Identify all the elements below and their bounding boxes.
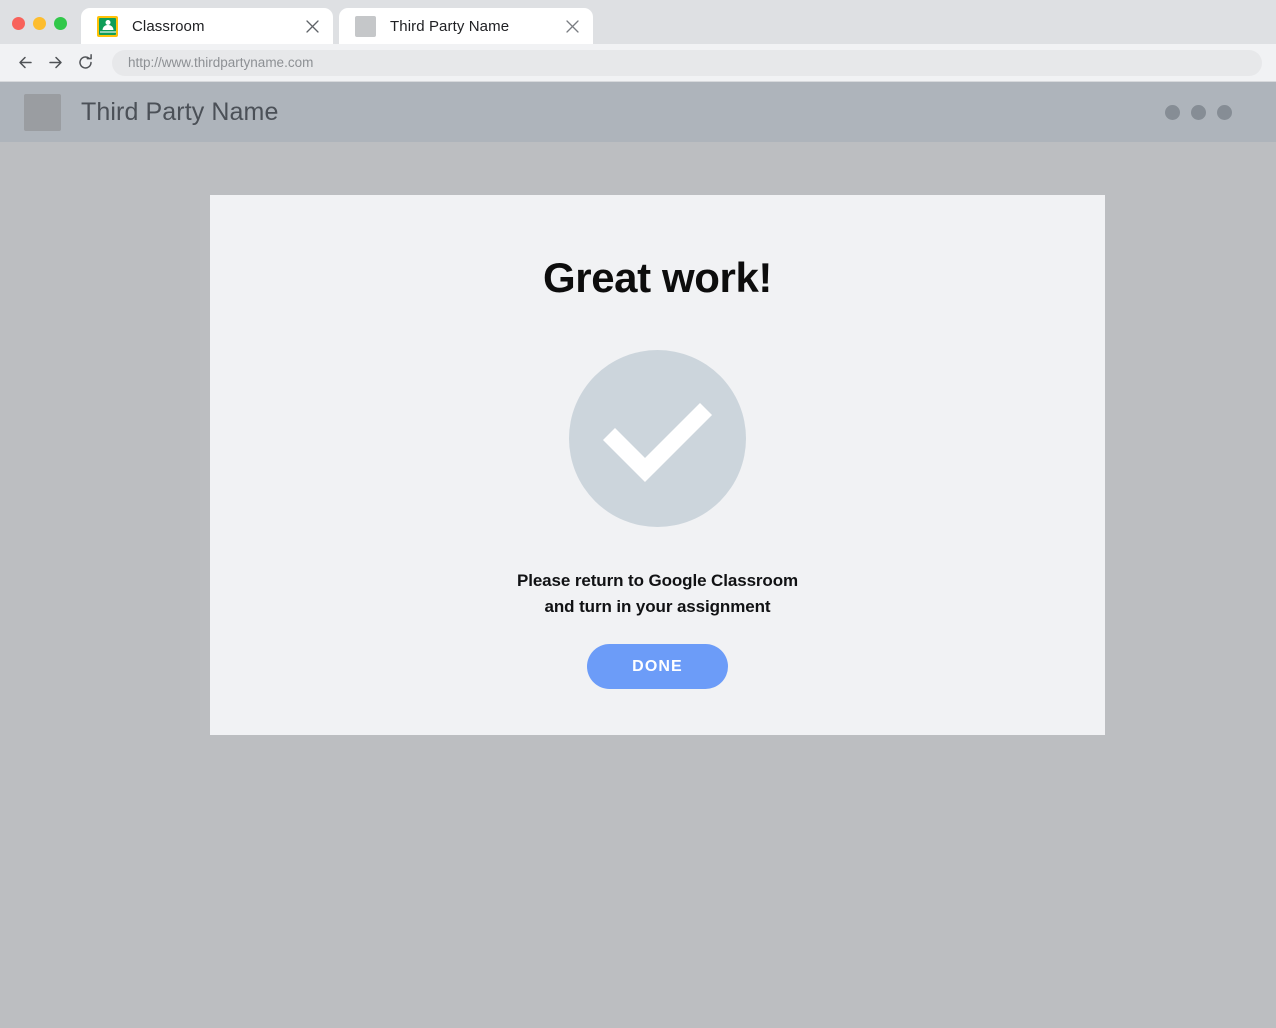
app-header: Third Party Name [0, 82, 1276, 142]
tab-third-party-name[interactable]: Third Party Name [339, 8, 593, 44]
window-traffic-lights [0, 17, 79, 44]
header-dot-2-icon [1191, 104, 1206, 120]
generic-site-icon [355, 15, 376, 37]
window-maximize-button[interactable] [54, 17, 67, 30]
app-logo-placeholder [24, 93, 61, 131]
card-message: Please return to Google Classroom and tu… [517, 568, 798, 620]
google-classroom-icon [97, 15, 118, 37]
reload-icon[interactable] [70, 48, 100, 78]
forward-arrow-icon[interactable] [40, 48, 70, 78]
tab-third-party-name-label: Third Party Name [390, 17, 510, 35]
tab-classroom-close-icon[interactable] [301, 15, 323, 37]
header-dot-3-icon [1217, 104, 1232, 120]
page-viewport: Third Party Name Great work! Please retu… [0, 82, 1276, 1028]
address-bar-url: http://www.thirdpartyname.com [128, 55, 314, 70]
back-arrow-icon[interactable] [10, 48, 40, 78]
address-bar[interactable]: http://www.thirdpartyname.com [112, 49, 1262, 76]
completion-card: Great work! Please return to Google Clas… [210, 195, 1105, 735]
tab-third-party-name-close-icon[interactable] [561, 15, 583, 37]
window-close-button[interactable] [12, 17, 25, 30]
tab-classroom-label: Classroom [132, 17, 205, 35]
app-title: Third Party Name [81, 97, 279, 126]
tab-classroom[interactable]: Classroom [81, 8, 333, 44]
tab-strip: Classroom Third Party Name [0, 0, 1276, 44]
window-minimize-button[interactable] [33, 17, 46, 30]
card-message-line-1: Please return to Google Classroom [516, 571, 799, 590]
card-heading: Great work! [543, 254, 772, 301]
browser-toolbar: http://www.thirdpartyname.com [0, 44, 1276, 82]
browser-window: Classroom Third Party Name http://www.th… [0, 0, 1276, 1028]
header-menu-dots[interactable] [1165, 104, 1252, 120]
check-circle-icon [569, 350, 746, 527]
header-dot-1-icon [1165, 104, 1180, 120]
card-message-line-2: and turn in your assignment [544, 597, 771, 616]
done-button[interactable]: DONE [587, 644, 728, 689]
